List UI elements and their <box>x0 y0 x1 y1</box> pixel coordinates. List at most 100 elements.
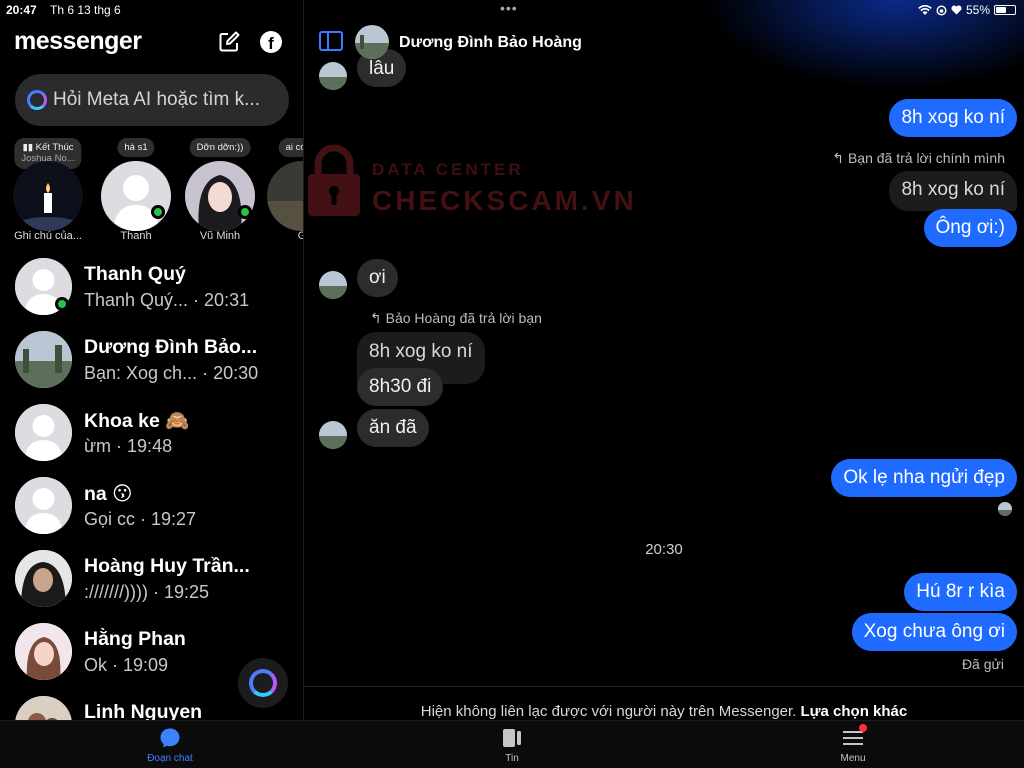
chat-preview: ừm · 19:48 <box>84 436 173 456</box>
compose-icon[interactable] <box>218 31 240 53</box>
meta-ai-button[interactable] <box>238 658 288 708</box>
stories-icon <box>501 727 523 749</box>
note-item[interactable]: hà s1 Thanh <box>96 136 176 246</box>
tab-label: Menu <box>840 753 866 764</box>
sidebar-toggle-icon[interactable] <box>319 31 343 51</box>
reply-arrow-icon: ↰ <box>370 310 386 326</box>
avatar <box>185 161 255 231</box>
chat-list: Thanh Quý Thanh Quý... · 20:31 Dương Đìn… <box>0 258 303 720</box>
status-bar: 20:47 Th 6 13 thg 6 ••• 55% <box>0 0 1024 20</box>
music-icon: ▮▮ <box>22 142 36 153</box>
avatar <box>15 404 72 461</box>
message-bubble-outgoing[interactable]: Ok lẹ nha ngửi đẹp <box>831 459 1017 497</box>
chat-preview: Ok · 19:09 <box>84 655 169 675</box>
sender-avatar <box>319 421 347 449</box>
tab-stories[interactable]: Tin <box>462 727 562 764</box>
avatar <box>15 331 72 388</box>
search-input[interactable]: Hỏi Meta AI hoặc tìm k... <box>15 74 289 126</box>
quoted-message[interactable]: 8h xog ko ní <box>889 171 1017 211</box>
unavailable-notice: Hiện không liên lạc được với người này t… <box>304 686 1024 720</box>
note-name: Vũ Minh <box>199 230 241 242</box>
timestamp-separator: 20:30 <box>645 541 683 558</box>
avatar <box>15 696 72 720</box>
avatar <box>15 623 72 680</box>
note-name: Thanh <box>120 230 152 242</box>
chat-list-item[interactable]: na 😗 Gọi cc · 19:27 <box>0 477 303 550</box>
tab-label: Tin <box>505 753 519 764</box>
note-item[interactable]: ai có xe G <box>262 136 303 246</box>
facebook-icon[interactable]: f <box>260 31 282 53</box>
message-bubble-incoming[interactable]: 8h30 đi <box>357 368 444 406</box>
tab-menu[interactable]: Menu <box>803 724 903 764</box>
status-time: 20:47 <box>6 3 37 17</box>
note-bubble: ai có xe <box>278 138 303 158</box>
conversation-header: Dương Đình Bảo Hoàng <box>304 20 1024 64</box>
chat-list-item[interactable]: Dương Đình Bảo... Bạn: Xog ch... · 20:30 <box>0 331 303 404</box>
chat-preview: Bạn: Xog ch... · 20:30 <box>84 363 259 383</box>
chat-preview: Gọi cc · 19:27 <box>84 509 197 529</box>
sender-avatar <box>319 62 347 90</box>
online-indicator <box>55 297 69 311</box>
app-title: messenger <box>14 27 142 55</box>
status-date: Th 6 13 thg 6 <box>50 3 121 17</box>
meta-ai-icon <box>249 669 277 697</box>
avatar <box>15 477 72 534</box>
reply-label: ↰ Bạn đã trả lời chính mình <box>832 150 1005 166</box>
wifi-icon <box>918 4 932 15</box>
avatar <box>267 161 303 231</box>
search-placeholder: Hỏi Meta AI hoặc tìm k... <box>53 89 260 110</box>
heart-icon <box>951 5 962 15</box>
message-bubble-outgoing[interactable]: 8h xog ko ní <box>889 99 1017 137</box>
chat-list-item[interactable]: Thanh Quý Thanh Quý... · 20:31 <box>0 258 303 331</box>
seen-avatar <box>998 502 1012 516</box>
chat-preview: Thanh Quý... · 20:31 <box>84 290 250 310</box>
status-indicators: 55% <box>918 3 1016 17</box>
note-item[interactable]: Dỡn dỡn:)) Vũ Minh <box>180 136 260 246</box>
lock-rotation-icon <box>936 4 947 16</box>
avatar <box>15 550 72 607</box>
message-bubble-incoming[interactable]: ăn đã <box>357 409 429 447</box>
notes-row: ▮▮ Kết Thúc Joshua No... Ghi chú của... … <box>0 136 303 246</box>
tab-label: Đoạn chat <box>147 753 193 764</box>
note-name: G <box>262 230 303 242</box>
battery-icon <box>994 5 1016 15</box>
online-indicator <box>151 205 165 219</box>
tab-chats[interactable]: Đoạn chat <box>120 727 220 764</box>
sender-avatar <box>319 271 347 299</box>
note-bubble: Dỡn dỡn:)) <box>189 138 251 158</box>
reply-label: ↰ Bảo Hoàng đã trả lời bạn <box>370 310 542 326</box>
battery-percent: 55% <box>965 3 990 17</box>
chat-list-item[interactable]: Hoàng Huy Trần... :///////)))) · 19:25 <box>0 550 303 623</box>
reply-arrow-icon: ↰ <box>832 150 848 166</box>
multitasking-dots-icon[interactable]: ••• <box>500 0 518 16</box>
message-bubble-outgoing[interactable]: Ông ơi:) <box>923 209 1017 247</box>
chat-name: Hoàng Huy Trần... <box>84 555 250 577</box>
contact-name[interactable]: Dương Đình Bảo Hoàng <box>399 34 582 52</box>
avatar <box>101 161 171 231</box>
chat-name: Dương Đình Bảo... <box>84 336 258 358</box>
online-indicator <box>238 205 252 219</box>
chat-preview: :///////)))) · 19:25 <box>84 582 210 602</box>
chat-name: Khoa ke 🙈 <box>84 410 190 432</box>
other-options-link[interactable]: Lựa chọn khác <box>801 703 908 720</box>
message-bubble-outgoing[interactable]: Xog chưa ông ơi <box>851 613 1017 651</box>
meta-ai-icon <box>27 90 47 110</box>
chat-name: na 😗 <box>84 483 133 505</box>
notification-dot <box>859 724 867 732</box>
chat-name: Thanh Quý <box>84 263 186 285</box>
note-item[interactable]: ▮▮ Kết Thúc Joshua No... Ghi chú của... <box>8 136 88 246</box>
chat-list-item[interactable]: Khoa ke 🙈 ừm · 19:48 <box>0 404 303 477</box>
note-name: Ghi chú của... <box>14 230 82 242</box>
contact-avatar[interactable] <box>355 25 389 59</box>
unavailable-text: Hiện không liên lạc được với người này t… <box>420 703 801 720</box>
sent-status: Đã gửi <box>961 656 1004 672</box>
message-bubble-outgoing[interactable]: Hú 8r r kìa <box>904 573 1017 611</box>
chat-name: Hằng Phan <box>84 628 186 650</box>
tab-bar: Đoạn chat Tin Menu <box>0 720 1024 768</box>
chat-bubble-icon <box>159 727 181 749</box>
note-bubble: hà s1 <box>117 138 155 158</box>
message-bubble-incoming[interactable]: ơi <box>357 259 398 297</box>
chat-sidebar: messenger f Hỏi Meta AI hoặc tìm k... ▮▮… <box>0 0 304 720</box>
message-list: lâu 8h xog ko ní ↰ Bạn đã trả lời chính … <box>304 0 1024 690</box>
hamburger-icon <box>842 724 867 749</box>
